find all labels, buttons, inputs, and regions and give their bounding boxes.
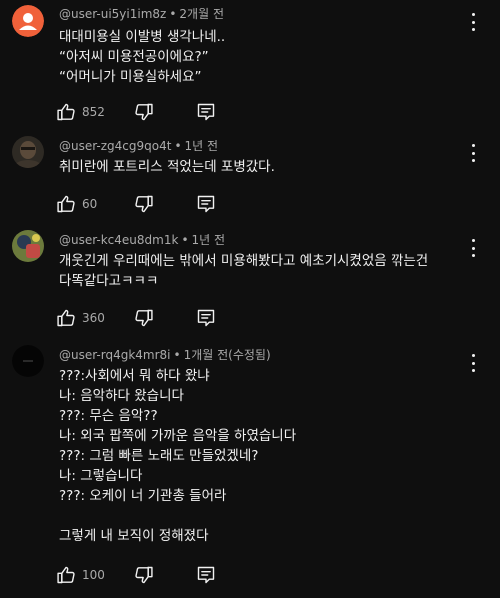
thumb-up-icon: [57, 566, 75, 584]
thumb-up-icon: [57, 309, 75, 327]
comment-meta: @user-rq4gk4mr8i • 1개월 전(수정됨): [59, 348, 271, 362]
comment-time[interactable]: 1년 전: [192, 233, 226, 247]
comment-time[interactable]: 2개월 전: [179, 7, 224, 21]
more-vertical-icon[interactable]: [468, 144, 478, 162]
comment-author[interactable]: @user-kc4eu8dm1k: [59, 233, 178, 247]
more-vertical-icon[interactable]: [468, 13, 478, 31]
dislike-button[interactable]: [134, 194, 154, 214]
like-count: 100: [82, 568, 105, 582]
thumb-up-icon: [57, 103, 75, 121]
reply-button[interactable]: [196, 565, 216, 585]
comment-text: 개웃긴게 우리때에는 밖에서 미용해봤다고 예초기시켰었음 깎는건 다똑같다고ㅋ…: [59, 253, 429, 289]
comment-meta: @user-zg4cg9qo4t • 1년 전: [59, 139, 219, 153]
comment-actions: 60: [56, 192, 216, 216]
reply-icon: [197, 309, 215, 327]
comment-text: 대대미용실 이발병 생각나네.. “아저씨 미용전공이에요?” “어머니가 미용…: [59, 29, 226, 85]
thumb-down-icon: [135, 566, 153, 584]
like-count: 360: [82, 311, 105, 325]
like-button[interactable]: 360: [56, 308, 120, 328]
like-button[interactable]: 100: [56, 565, 120, 585]
comment-text: 취미란에 포트리스 적었는데 포병갔다.: [59, 159, 275, 175]
avatar[interactable]: [12, 5, 44, 37]
comment-time[interactable]: 1개월 전(수정됨): [184, 348, 271, 362]
avatar[interactable]: [12, 345, 44, 377]
like-count: 852: [82, 105, 105, 119]
like-button[interactable]: 60: [56, 194, 120, 214]
thumb-down-icon: [135, 103, 153, 121]
reply-icon: [197, 566, 215, 584]
reply-button[interactable]: [196, 102, 216, 122]
avatar[interactable]: [12, 136, 44, 168]
comment-actions: 360: [56, 306, 216, 330]
comment-author[interactable]: @user-zg4cg9qo4t: [59, 139, 171, 153]
more-vertical-icon[interactable]: [468, 239, 478, 257]
comment-time[interactable]: 1년 전: [185, 139, 219, 153]
thumb-down-icon: [135, 309, 153, 327]
comment-meta: @user-ui5yi1im8z • 2개월 전: [59, 7, 224, 21]
reply-button[interactable]: [196, 308, 216, 328]
more-vertical-icon[interactable]: [468, 354, 478, 372]
comment-author[interactable]: @user-ui5yi1im8z: [59, 7, 166, 21]
dislike-button[interactable]: [134, 308, 154, 328]
comment-text: ???:사회에서 뭐 하다 왔냐 나: 음악하다 왔습니다 ???: 무슨 음악…: [59, 368, 297, 544]
thumb-down-icon: [135, 195, 153, 213]
dislike-button[interactable]: [134, 565, 154, 585]
comment-author[interactable]: @user-rq4gk4mr8i: [59, 348, 171, 362]
reply-icon: [197, 103, 215, 121]
avatar[interactable]: [12, 230, 44, 262]
reply-button[interactable]: [196, 194, 216, 214]
like-button[interactable]: 852: [56, 102, 120, 122]
comment-actions: 852: [56, 100, 216, 124]
like-count: 60: [82, 197, 98, 211]
comment-actions: 100: [56, 563, 216, 587]
dislike-button[interactable]: [134, 102, 154, 122]
comment-meta: @user-kc4eu8dm1k • 1년 전: [59, 233, 226, 247]
thumb-up-icon: [57, 195, 75, 213]
reply-icon: [197, 195, 215, 213]
